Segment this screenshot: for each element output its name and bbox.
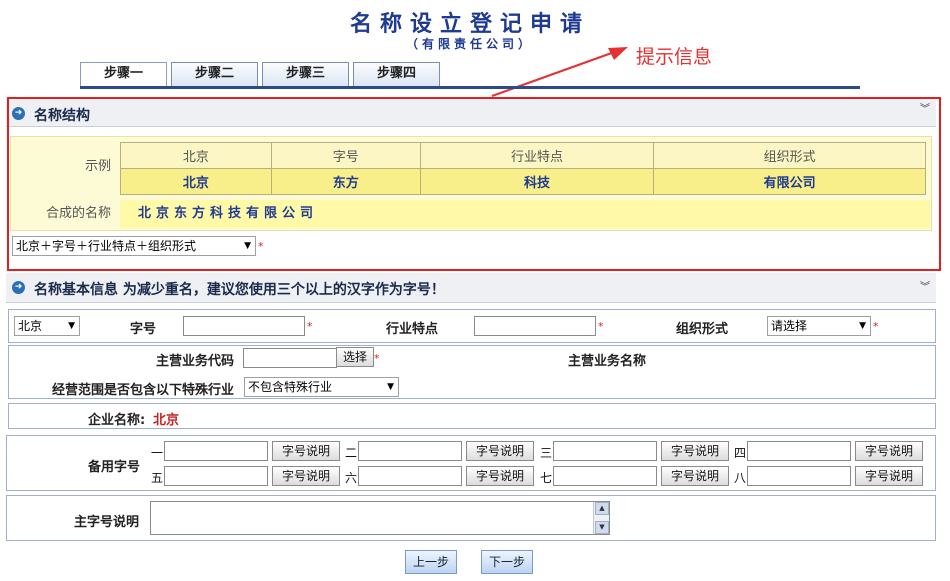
required-marker: *: [374, 352, 380, 365]
tab-step-3[interactable]: 步骤三: [262, 62, 349, 86]
tab-step-1[interactable]: 步骤一: [80, 62, 167, 86]
main-explain-label: 主字号说明: [74, 515, 140, 530]
region-select-value: 北京: [18, 319, 43, 333]
scroll-down-icon[interactable]: ▼: [595, 521, 609, 534]
prev-step-button[interactable]: 上一步: [405, 550, 457, 574]
backup-explain-button-2[interactable]: 字号说明: [466, 441, 534, 461]
backup-explain-button-5[interactable]: 字号说明: [272, 466, 340, 486]
special-industry-select[interactable]: 不包含特殊行业 ▼: [244, 377, 399, 397]
tab-step-2[interactable]: 步骤二: [171, 62, 258, 86]
backup-name-input-3[interactable]: [553, 441, 657, 461]
backup-name-input-8[interactable]: [747, 466, 851, 486]
textarea-scrollbar[interactable]: ▲ ▼: [593, 502, 609, 534]
industry-input[interactable]: [474, 316, 596, 336]
backup-num-4: 四: [734, 446, 747, 460]
backup-num-2: 二: [345, 446, 358, 460]
backup-name-input-4[interactable]: [747, 441, 851, 461]
region-select[interactable]: 北京 ▼: [14, 316, 80, 336]
backup-name-input-2[interactable]: [358, 441, 462, 461]
page-subtitle: （有限责任公司）: [405, 37, 534, 51]
zihao-input[interactable]: [183, 316, 305, 336]
required-marker: *: [873, 320, 879, 333]
backup-explain-button-3[interactable]: 字号说明: [661, 441, 729, 461]
backup-num-6: 六: [345, 471, 358, 485]
hint-arrow-icon: [491, 47, 628, 97]
basic-section-title: 名称基本信息 为减少重名，建议您使用三个以上的汉字作为字号！: [34, 282, 445, 298]
tabs-divider: [80, 86, 860, 89]
enterprise-row: [8, 403, 936, 429]
hint-highlight-frame: [7, 97, 941, 271]
backup-explain-button-7[interactable]: 字号说明: [661, 466, 729, 486]
enterprise-name-value: 北京: [153, 413, 180, 428]
arrow-right-icon: ➜: [12, 281, 25, 294]
business-code-label: 主营业务代码: [156, 354, 235, 369]
backup-explain-button-6[interactable]: 字号说明: [466, 466, 534, 486]
backup-num-1: 一: [151, 446, 164, 460]
special-industry-value: 不包含特殊行业: [248, 380, 333, 394]
page-title: 名称设立登记申请: [349, 11, 590, 37]
chevron-down-icon: ▼: [387, 382, 394, 392]
special-industry-label: 经营范围是否包含以下特殊行业: [52, 383, 235, 398]
chevron-down-icon: ▼: [859, 321, 866, 331]
tab-step-4[interactable]: 步骤四: [353, 62, 440, 86]
scroll-up-icon[interactable]: ▲: [595, 502, 609, 515]
backup-name-input-6[interactable]: [358, 466, 462, 486]
step-tabs: 步骤一 步骤二 步骤三 步骤四: [80, 62, 440, 86]
basic-section-header[interactable]: ➜ 名称基本信息 为减少重名，建议您使用三个以上的汉字作为字号！ ︾: [6, 273, 936, 303]
enterprise-name-label: 企业名称:: [88, 413, 146, 428]
backup-name-input-1[interactable]: [164, 441, 268, 461]
next-step-button[interactable]: 下一步: [481, 550, 533, 574]
backup-num-3: 三: [540, 446, 553, 460]
backup-explain-button-1[interactable]: 字号说明: [272, 441, 340, 461]
main-explain-textarea[interactable]: [150, 501, 610, 535]
zihao-label: 字号: [130, 322, 157, 337]
org-form-label: 组织形式: [676, 322, 729, 337]
org-form-select-value: 请选择: [771, 319, 808, 333]
required-marker: *: [598, 320, 604, 333]
backup-num-5: 五: [151, 471, 164, 485]
backup-name-input-7[interactable]: [553, 466, 657, 486]
backup-num-7: 七: [540, 471, 553, 485]
select-business-button[interactable]: 选择: [336, 347, 374, 367]
business-code-input[interactable]: [243, 348, 337, 368]
business-name-label: 主营业务名称: [568, 354, 647, 369]
industry-label: 行业特点: [386, 322, 439, 337]
backup-explain-button-8[interactable]: 字号说明: [855, 466, 923, 486]
chevron-down-icon: ▼: [68, 321, 75, 331]
collapse-icon[interactable]: ︾: [920, 283, 930, 293]
backup-explain-button-4[interactable]: 字号说明: [855, 441, 923, 461]
required-marker: *: [307, 320, 313, 333]
backup-num-8: 八: [734, 471, 747, 485]
backup-name-input-5[interactable]: [164, 466, 268, 486]
org-form-select[interactable]: 请选择 ▼: [767, 316, 871, 336]
backup-names-label: 备用字号: [88, 460, 141, 475]
